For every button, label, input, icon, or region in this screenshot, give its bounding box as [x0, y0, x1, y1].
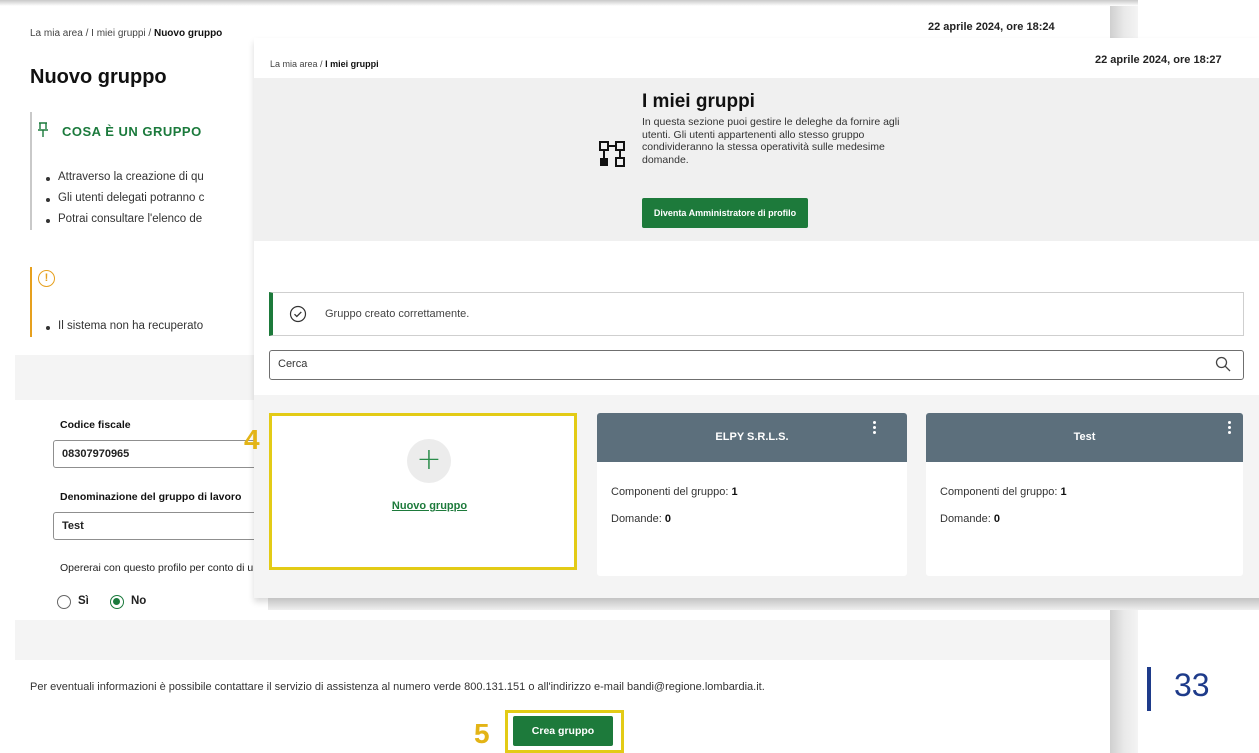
group-domande-value: 0	[664, 513, 671, 525]
page-title: Nuovo gruppo	[30, 66, 167, 88]
hero-title: I miei gruppi	[642, 91, 755, 112]
warning-icon: !	[38, 270, 55, 287]
more-options-icon[interactable]	[873, 421, 876, 436]
breadcrumb-current: I miei gruppi	[325, 59, 379, 69]
crea-gruppo-button[interactable]: Crea gruppo	[513, 716, 613, 746]
group-domande-label: Domande:	[611, 513, 662, 525]
group-card[interactable]: Test Componenti del gruppo: 1 Domande: 0	[926, 413, 1243, 576]
callout-number: 5	[474, 718, 490, 749]
group-domande: Domande: 0	[940, 513, 1000, 525]
warning-bullet: Il sistema non ha recuperato	[45, 320, 204, 332]
section-divider	[15, 620, 1110, 660]
group-components: Componenti del gruppo: 1	[611, 486, 738, 498]
info-bullet: Gli utenti delegati potranno c	[45, 192, 205, 204]
breadcrumb-link-area[interactable]: La mia area	[30, 28, 83, 39]
group-components-label: Componenti del gruppo:	[940, 486, 1058, 498]
breadcrumb-link-groups[interactable]: I miei gruppi	[91, 28, 145, 39]
group-components-value: 1	[731, 486, 738, 498]
check-circle-icon	[289, 305, 307, 323]
overlay-shadow	[268, 598, 1259, 610]
info-bullet: Potrai consultare l'elenco de	[45, 213, 203, 225]
breadcrumb: La mia area / I miei gruppi / Nuovo grup…	[30, 28, 222, 39]
callout-number: 4	[244, 424, 260, 455]
denominazione-label: Denominazione del gruppo di lavoro	[60, 491, 242, 503]
search-icon[interactable]	[1215, 356, 1231, 372]
admin-profile-button[interactable]: Diventa Amministratore di profilo	[642, 198, 808, 228]
group-domande: Domande: 0	[611, 513, 671, 525]
group-card-header: Test	[926, 413, 1243, 462]
new-group-card[interactable]	[269, 413, 577, 570]
overlay-timestamp: 22 aprile 2024, ore 18:27	[1095, 54, 1222, 66]
plus-icon[interactable]: +	[407, 439, 451, 483]
group-components-label: Componenti del gruppo:	[611, 486, 729, 498]
group-card[interactable]: ELPY S.R.L.S. Componenti del gruppo: 1 D…	[597, 413, 907, 576]
group-card-header: ELPY S.R.L.S.	[597, 413, 907, 462]
more-options-icon[interactable]	[1228, 421, 1231, 436]
operate-question: Opererai con questo profilo per conto di…	[60, 562, 254, 574]
footer-text: Per eventuali informazioni è possibile c…	[30, 681, 765, 693]
codice-fiscale-label: Codice fiscale	[60, 419, 131, 431]
hero-description: In questa sezione puoi gestire le delegh…	[642, 116, 900, 166]
groups-icon	[599, 141, 625, 167]
group-components: Componenti del gruppo: 1	[940, 486, 1067, 498]
success-message: Gruppo creato correttamente.	[325, 308, 470, 320]
info-heading: COSA È UN GRUPPO	[62, 124, 202, 139]
radio-si[interactable]	[57, 595, 71, 609]
group-domande-value: 0	[993, 513, 1000, 525]
breadcrumb-link-area[interactable]: La mia area	[270, 59, 318, 69]
page-number: 33	[1174, 667, 1210, 703]
info-bullet: Attraverso la creazione di qu	[46, 171, 204, 183]
overlay-breadcrumb: La mia area / I miei gruppi	[270, 59, 379, 69]
page-shadow-top	[0, 0, 1138, 6]
timestamp: 22 aprile 2024, ore 18:24	[928, 21, 1055, 33]
radio-si-label: Sì	[78, 595, 89, 607]
search-input[interactable]	[269, 350, 1244, 380]
new-group-link[interactable]: Nuovo gruppo	[360, 500, 499, 512]
group-components-value: 1	[1060, 486, 1067, 498]
radio-no[interactable]	[110, 595, 124, 609]
search-placeholder: Cerca	[278, 358, 308, 370]
radio-no-label: No	[131, 595, 147, 607]
pin-icon	[38, 122, 48, 137]
group-domande-label: Domande:	[940, 513, 991, 525]
page-number-bar	[1147, 667, 1151, 711]
breadcrumb-current: Nuovo gruppo	[153, 28, 223, 39]
